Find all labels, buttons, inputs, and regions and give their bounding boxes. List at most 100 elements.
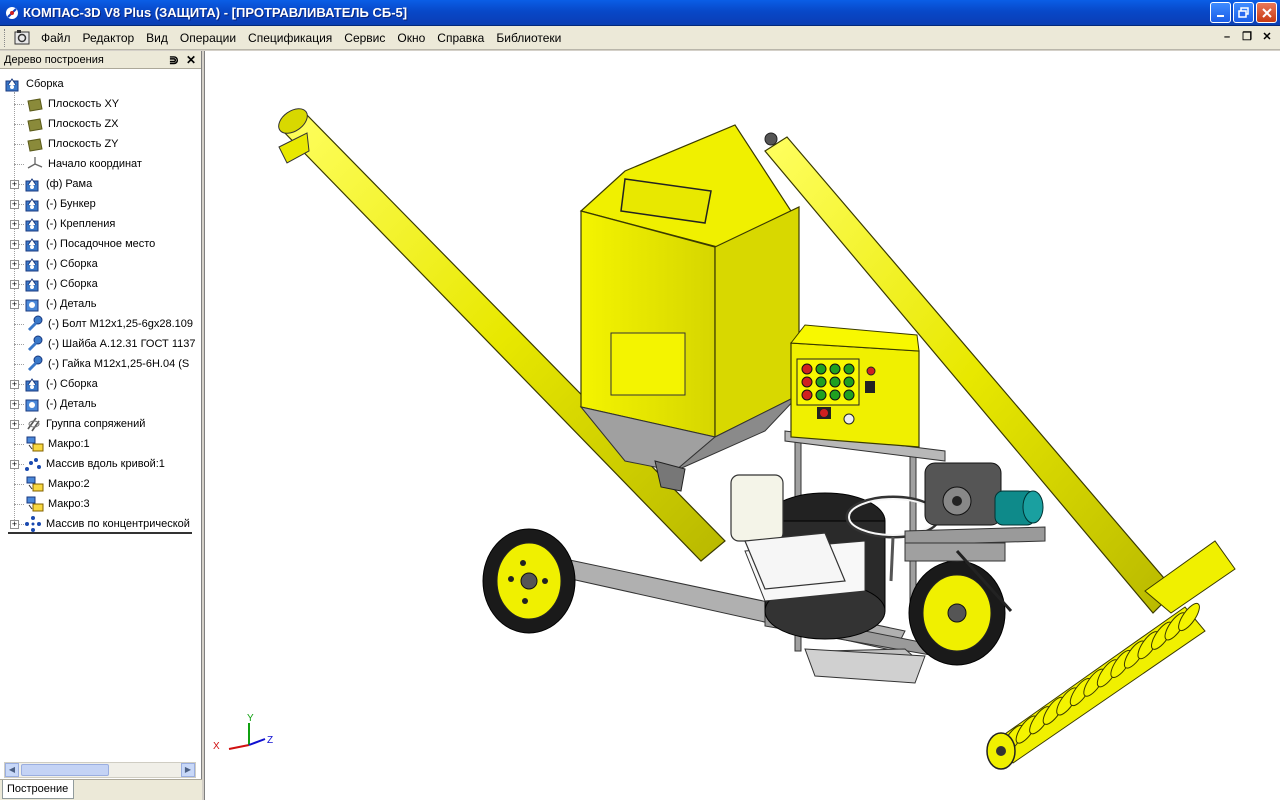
document-icon[interactable]: [13, 29, 31, 47]
tree-item[interactable]: Макро:2: [26, 474, 90, 494]
restore-icon[interactable]: [1233, 2, 1254, 23]
tree-item[interactable]: (-) Сборка: [24, 374, 98, 394]
tree-tab-bar: Построение: [0, 779, 202, 800]
tree-item[interactable]: (-) Крепления: [24, 214, 115, 234]
tree-view[interactable]: Сборка Плоскость XY Плоскость ZX Плоскость …: [0, 70, 200, 762]
tree-item[interactable]: (-) Шайба А.12.31 ГОСТ 1137: [26, 334, 196, 354]
panel-close-icon[interactable]: ✕: [186, 53, 196, 67]
right-wheel: [904, 542, 1013, 666]
model-viewport[interactable]: X Y Z: [204, 51, 1280, 800]
expand-plus-icon[interactable]: +: [10, 460, 19, 469]
menu-item[interactable]: Файл: [35, 28, 77, 48]
close-icon[interactable]: [1256, 2, 1277, 23]
tree-item[interactable]: Макро:1: [26, 434, 90, 454]
tree-item[interactable]: Плоскость ZX: [26, 114, 119, 134]
tree-branch-line: [14, 364, 24, 365]
tree-item-label: (-) Гайка М12х1,25-6Н.04 (S: [48, 358, 190, 370]
menu-item[interactable]: Спецификация: [242, 28, 338, 48]
tree-branch-line: [14, 324, 24, 325]
tree-item[interactable]: (-) Бункер: [24, 194, 96, 214]
menu-item[interactable]: Справка: [431, 28, 490, 48]
scroll-left-icon[interactable]: ◀: [5, 763, 19, 777]
expand-plus-icon[interactable]: +: [10, 420, 19, 429]
tree-branch-line: [14, 164, 24, 165]
pin-icon[interactable]: ⋑: [169, 53, 179, 67]
tree-item[interactable]: (-) Гайка М12х1,25-6Н.04 (S: [26, 354, 189, 374]
tree-branch-line: [14, 344, 24, 345]
part-icon: [24, 395, 42, 413]
tree-branch-line: [14, 144, 24, 145]
menu-item[interactable]: Окно: [391, 28, 431, 48]
tree-item-label: Массив по концентрической: [46, 518, 190, 530]
tree-branch-line: [14, 104, 24, 105]
expand-plus-icon[interactable]: +: [10, 180, 19, 189]
scroll-right-icon[interactable]: ▶: [181, 763, 195, 777]
tree-item[interactable]: Группа сопряжений: [24, 414, 145, 434]
scroll-thumb[interactable]: [21, 764, 109, 776]
expand-plus-icon[interactable]: +: [10, 380, 19, 389]
tree-horizontal-scrollbar[interactable]: ◀ ▶: [4, 762, 196, 778]
minimize-icon[interactable]: [1210, 2, 1231, 23]
mdi-close-icon[interactable]: ✕: [1260, 30, 1274, 44]
expand-plus-icon[interactable]: +: [10, 520, 19, 529]
indicator-lamp: [801, 363, 813, 375]
tree-item[interactable]: (-) Деталь: [24, 394, 96, 414]
menu-item[interactable]: Операции: [174, 28, 242, 48]
menu-bar: Файл Редактор Вид Операции Спецификация Серви…: [0, 26, 1280, 50]
tree-item-label: Макро:1: [48, 438, 90, 450]
mdi-restore-icon[interactable]: ❐: [1240, 30, 1254, 44]
tree-item[interactable]: Массив по концентрической: [24, 514, 190, 534]
tree-item[interactable]: (ф) Рама: [24, 174, 92, 194]
menu-item[interactable]: Вид: [140, 28, 174, 48]
expand-plus-icon[interactable]: +: [10, 220, 19, 229]
tree-item[interactable]: (-) Болт М12х1,25-6gх28.109: [26, 314, 193, 334]
kompas-app-icon[interactable]: [4, 5, 20, 21]
tree-item[interactable]: Плоскость XY: [26, 94, 119, 114]
macro-icon: [26, 475, 44, 493]
assembly-icon: [24, 235, 42, 253]
indicator-lamp: [815, 376, 827, 388]
tree-item[interactable]: Сборка: [4, 74, 64, 94]
origin-icon: [26, 155, 44, 173]
tab-build[interactable]: Построение: [2, 780, 74, 799]
tree-item[interactable]: (-) Сборка: [24, 254, 98, 274]
tree-item[interactable]: Плоскость ZY: [26, 134, 119, 154]
tree-item[interactable]: Макро:3: [26, 494, 90, 514]
macro-icon: [26, 435, 44, 453]
tree-item-label: (-) Сборка: [46, 278, 98, 290]
expand-plus-icon[interactable]: +: [10, 400, 19, 409]
tree-item-label: (ф) Рама: [46, 178, 93, 190]
tree-item[interactable]: (-) Деталь: [24, 294, 96, 314]
expand-plus-icon[interactable]: +: [10, 300, 19, 309]
tree-item[interactable]: Начало координат: [26, 154, 142, 174]
tree-item[interactable]: (-) Посадочное место: [24, 234, 155, 254]
plane-icon: [26, 135, 44, 153]
indicator-lamp: [829, 363, 841, 375]
assembly-icon: [24, 195, 42, 213]
assembly-icon: [24, 255, 42, 273]
expand-plus-icon[interactable]: +: [10, 260, 19, 269]
macro-icon: [26, 495, 44, 513]
indicator-lamp: [843, 363, 855, 375]
tree-item[interactable]: (-) Сборка: [24, 274, 98, 294]
bolt-icon: [26, 335, 44, 353]
tree-item-label: Начало координат: [48, 158, 142, 170]
expand-plus-icon[interactable]: +: [10, 240, 19, 249]
menu-item[interactable]: Библиотеки: [490, 28, 567, 48]
menu-item[interactable]: Редактор: [77, 28, 141, 48]
tree-item-label: (-) Посадочное место: [46, 238, 156, 250]
indicator-lamp: [801, 389, 813, 401]
menu-item[interactable]: Сервис: [338, 28, 391, 48]
hopper: [579, 124, 800, 492]
axis-z-label: Z: [267, 735, 273, 746]
tree-item[interactable]: Массив вдоль кривой:1: [24, 454, 165, 474]
tree-item-label: (-) Сборка: [46, 378, 98, 390]
tree-item-label: (-) Крепления: [46, 218, 116, 230]
expand-plus-icon[interactable]: +: [10, 280, 19, 289]
mdi-minimize-icon[interactable]: –: [1220, 30, 1234, 44]
assembly-icon: [24, 375, 42, 393]
tree-item-label: Плоскость ZX: [48, 118, 119, 130]
bolt-icon: [26, 315, 44, 333]
expand-plus-icon[interactable]: +: [10, 200, 19, 209]
menu-grip[interactable]: [4, 28, 10, 47]
